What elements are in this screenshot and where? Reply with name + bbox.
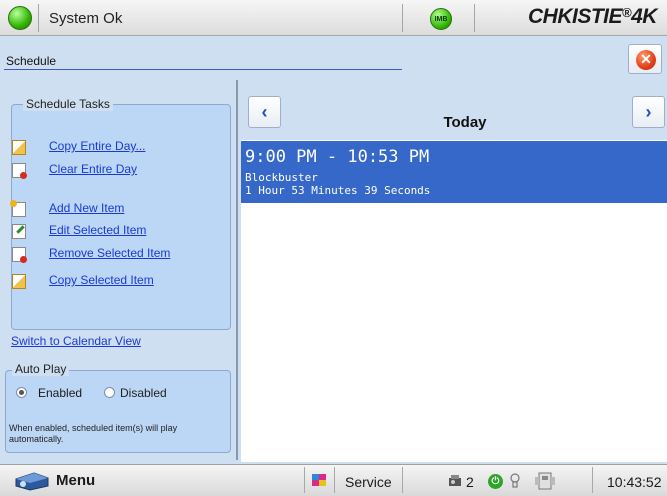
page-header — [0, 36, 667, 76]
chevron-left-icon: ‹ — [261, 102, 268, 122]
brand-logo: CHKISTIE®4K — [528, 5, 657, 28]
automation-icon — [535, 472, 555, 490]
divider — [474, 4, 475, 32]
menu-button-label[interactable]: Menu — [56, 472, 95, 489]
task-link-label[interactable]: Remove Selected Item — [49, 246, 170, 260]
close-button[interactable]: ✕ — [628, 44, 662, 74]
lamp-icon — [510, 473, 520, 488]
day-title: Today — [443, 114, 487, 131]
remove-item-icon — [12, 247, 27, 263]
schedule-item-duration: 1 Hour 53 Minutes 39 Seconds — [245, 184, 431, 197]
clear-day-icon — [12, 163, 27, 179]
next-day-button[interactable]: › — [632, 96, 665, 128]
divider — [402, 4, 403, 32]
status-ok-icon — [8, 6, 32, 30]
schedule-tasks-legend: Schedule Tasks — [23, 97, 113, 111]
projector-menu-icon[interactable] — [14, 469, 50, 491]
chevron-right-icon: › — [645, 102, 652, 122]
copy-icon — [12, 140, 26, 155]
copy-icon — [12, 274, 26, 289]
auto-play-disabled-radio[interactable] — [104, 387, 115, 398]
switch-calendar-view-link[interactable]: Switch to Calendar View — [11, 334, 141, 348]
auto-play-enabled-radio[interactable] — [16, 387, 27, 398]
task-link-label[interactable]: Copy Entire Day... — [49, 139, 145, 153]
task-link-label[interactable]: Copy Selected Item — [49, 273, 154, 287]
schedule-item-time: 9:00 PM - 10:53 PM — [245, 147, 430, 167]
previous-day-button[interactable]: ‹ — [248, 96, 281, 128]
service-button-label[interactable]: Service — [345, 474, 392, 490]
add-item-icon — [10, 200, 26, 217]
projector-count-icon — [449, 475, 461, 486]
auto-play-note: When enabled, scheduled item(s) will pla… — [9, 423, 178, 444]
page-title: Schedule — [6, 54, 57, 68]
task-link-label[interactable]: Add New Item — [49, 201, 124, 215]
auto-play-legend: Auto Play — [12, 362, 70, 376]
title-underline — [4, 69, 402, 70]
service-icon — [312, 474, 326, 486]
divider — [38, 4, 39, 32]
task-link-label[interactable]: Edit Selected Item — [49, 223, 146, 237]
projector-count: 2 — [466, 474, 474, 490]
system-status-text: System Ok — [49, 10, 123, 27]
imb-status-icon: IMB — [430, 8, 452, 30]
divider — [334, 467, 335, 493]
schedule-item-name: Blockbuster — [245, 171, 318, 184]
auto-play-enabled-label[interactable]: Enabled — [38, 386, 82, 400]
schedule-item-selected[interactable]: 9:00 PM - 10:53 PM Blockbuster 1 Hour 53… — [241, 141, 667, 203]
divider — [592, 467, 593, 493]
clock: 10:43:52 — [607, 474, 662, 490]
panel-separator — [236, 80, 238, 460]
auto-play-disabled-label[interactable]: Disabled — [120, 386, 167, 400]
close-icon: ✕ — [636, 50, 656, 70]
divider — [402, 467, 403, 493]
task-link-label[interactable]: Clear Entire Day — [49, 162, 137, 176]
power-status-icon: ⏻ — [488, 474, 503, 489]
schedule-tasks-group — [11, 104, 231, 330]
divider — [304, 467, 305, 493]
edit-item-icon — [12, 224, 26, 239]
